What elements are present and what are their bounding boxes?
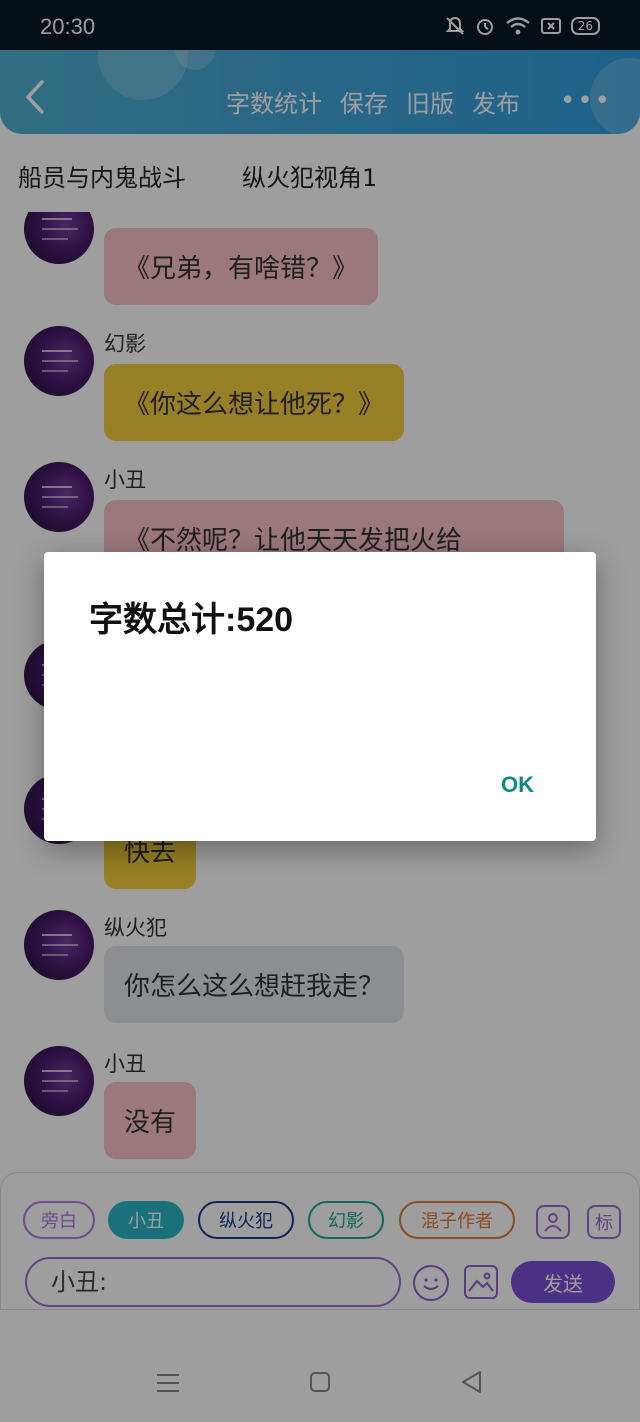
dialog-title: 字数总计:520 xyxy=(89,601,294,639)
word-count-dialog: 字数总计:520 OK xyxy=(44,552,596,841)
ok-button[interactable]: OK xyxy=(501,772,534,798)
